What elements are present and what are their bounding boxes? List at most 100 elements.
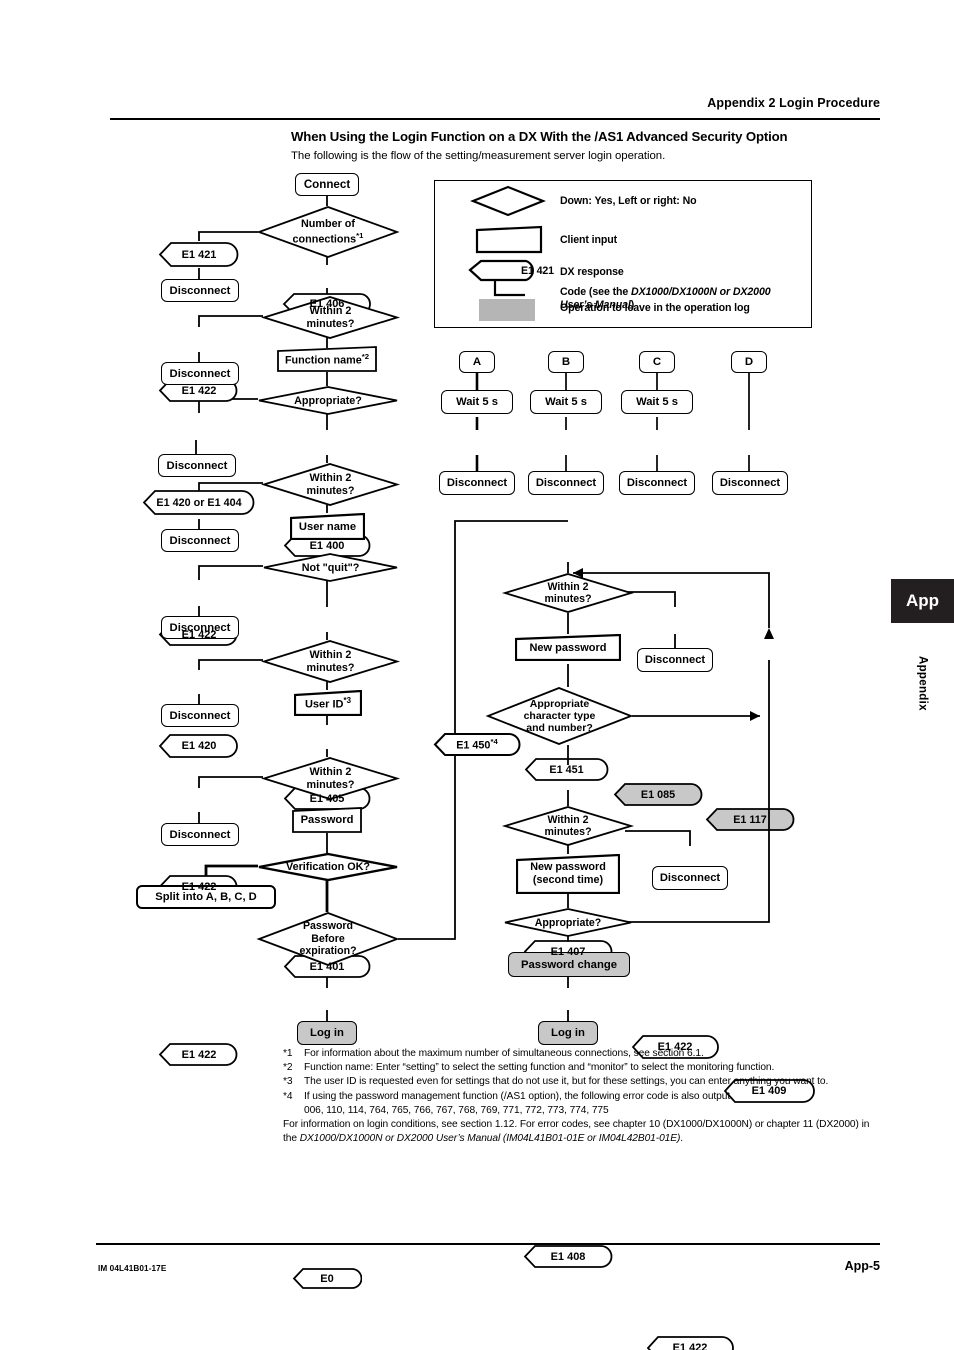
input-password-label: Password — [300, 814, 354, 826]
legend-shade-swatch — [479, 299, 535, 321]
node-login-right: Log in — [538, 1021, 598, 1045]
response-e1-422-c-label: E1 422 — [181, 880, 217, 893]
decision-pwd-appropriate: Appropriate? — [504, 908, 632, 937]
response-e1-407-label: E1 407 — [550, 945, 586, 958]
response-e1-420-or-e1-404: E1 420 or E1 404 — [142, 489, 256, 516]
footer-doc-number: IM 04L41B01-17E — [98, 1264, 167, 1273]
branch-c-disconnect: Disconnect — [619, 471, 695, 495]
node-login-left: Log in — [297, 1021, 357, 1045]
response-e1-420-label: E1 420 — [181, 740, 217, 752]
branch-b-code: E1 451 — [524, 757, 609, 782]
response-e0-left-label: E0 — [320, 1272, 334, 1285]
footnote-tail-italic1: DX1000/DX1000N or DX2000 User’s Manual — [299, 1133, 501, 1145]
response-e1-421: E1 421 — [158, 241, 240, 268]
response-e0-left: E0 — [292, 1267, 362, 1290]
branch-c-code: E1 085 — [613, 782, 703, 807]
decision-appropriate-1: Appropriate? — [258, 386, 398, 415]
response-e1-405-label: E1 405 — [309, 792, 345, 805]
response-e1-400-label: E1 400 — [309, 539, 345, 552]
branch-b-disconnect: Disconnect — [528, 471, 604, 495]
node-connect: Connect — [295, 173, 359, 196]
input-user-name: User name — [290, 513, 365, 540]
footnote-1: *1 For information about the maximum num… — [283, 1047, 883, 1061]
footnote-2-mark: *2 — [283, 1062, 293, 1074]
branch-label-b: B — [548, 351, 584, 373]
response-e1-408: E1 408 — [523, 1244, 613, 1269]
footnote-2-text: Function name: Enter “setting” to select… — [304, 1062, 775, 1074]
response-e1-422-d-label: E1 422 — [181, 1048, 217, 1061]
response-e1-420: E1 420 — [158, 733, 240, 759]
response-e1-421-label: E1 421 — [181, 248, 217, 261]
decision-pwd-within-2-minutes-1: Within 2 minutes? — [501, 573, 635, 613]
branch-d-disconnect: Disconnect — [712, 471, 788, 495]
response-e1-420-or-e1-404-label: E1 420 or E1 404 — [156, 496, 242, 509]
side-tab-app: App — [891, 579, 954, 623]
branch-label-d: D — [731, 351, 767, 373]
footer-page-number: App-5 — [844, 1259, 880, 1273]
footnote-1-text: For information about the maximum number… — [304, 1048, 704, 1059]
input-user-name-label: User name — [298, 520, 357, 533]
branch-label-a: A — [459, 351, 495, 373]
footnote-4-codes: 006, 110, 114, 764, 765, 766, 767, 768, … — [304, 1104, 609, 1116]
response-e1-409-label: E1 409 — [751, 1085, 787, 1097]
branch-d-code-label: E1 117 — [733, 813, 767, 826]
response-e1-401-label: E1 401 — [309, 960, 345, 973]
branch-c-code-label: E1 085 — [640, 788, 676, 801]
footnote-tail: For information on login conditions, see… — [283, 1118, 883, 1146]
running-head: Appendix 2 Login Procedure — [707, 96, 880, 110]
response-e1-408-label: E1 408 — [550, 1250, 586, 1263]
node-disconnect-1: Disconnect — [161, 279, 239, 302]
response-pwd-e1-422-a-label: E1 422 — [657, 1041, 693, 1053]
section-subtitle: The following is the flow of the setting… — [291, 150, 666, 162]
branch-b-code-label: E1 451 — [549, 763, 584, 776]
footnote-tail-post: . — [680, 1133, 684, 1145]
header-rule — [110, 118, 880, 120]
response-e1-422-b-label: E1 422 — [181, 628, 217, 641]
decision-password-before-expiration: Password Before expiration? — [256, 912, 400, 966]
node-pwd-disconnect-1: Disconnect — [637, 648, 713, 672]
node-disconnect-6: Disconnect — [161, 704, 239, 727]
side-tab-appendix-label: Appendix — [916, 655, 929, 711]
legend-code-note-pre: Code (see the — [560, 286, 632, 298]
input-password: Password — [292, 807, 362, 833]
legend-box: E1 421 Down: Yes, Left or right: No Clie… — [434, 180, 812, 328]
node-disconnect-4: Disconnect — [161, 529, 239, 552]
decision-within-2-minutes-2: Within 2 minutes? — [260, 463, 401, 506]
response-pwd-e1-422-b-label: E1 422 — [672, 1342, 708, 1350]
footnote-4-mark: *4 — [283, 1090, 293, 1102]
decision-pwd-within-2-minutes-2: Within 2 minutes? — [501, 806, 635, 846]
legend-diamond-label: Down: Yes, Left or right: No — [560, 195, 697, 207]
input-new-password-label: New password — [529, 641, 607, 654]
section-title: When Using the Login Function on a DX Wi… — [291, 129, 788, 144]
branch-a-disconnect: Disconnect — [439, 471, 515, 495]
footnote-2: *2 Function name: Enter “setting” to sel… — [283, 1061, 883, 1075]
footer-rule — [96, 1243, 880, 1245]
branch-b-wait: Wait 5 s — [530, 390, 602, 414]
input-new-password-second: New password (second time) — [516, 854, 620, 894]
document-page: Appendix 2 Login Procedure When Using th… — [0, 0, 954, 1350]
response-e1-422-a-label: E1 422 — [181, 384, 217, 397]
branch-label-c: C — [639, 351, 675, 373]
legend-dx-code: E1 421 — [521, 265, 554, 277]
decision-within-2-minutes-3: Within 2 minutes? — [260, 640, 401, 683]
branch-d-code: E1 117 — [705, 807, 795, 832]
node-disconnect-2: Disconnect — [161, 362, 239, 385]
footnote-3-mark: *3 — [283, 1076, 293, 1088]
decision-not-quit: Not "quit"? — [263, 553, 398, 582]
node-pwd-disconnect-2: Disconnect — [652, 866, 728, 890]
input-user-id: User ID*3 — [294, 690, 362, 716]
response-pwd-e1-422-b: E1 422 — [646, 1335, 734, 1350]
footnote-tail-italic2: (IM04L41B01-01E or IM04L42B01-01E) — [502, 1133, 681, 1145]
legend-shaded-label: Operation to leave in the operation log — [560, 302, 750, 314]
node-disconnect-7: Disconnect — [161, 823, 239, 846]
decision-number-of-connections: Number of connections*1 — [256, 206, 400, 258]
branch-a-wait: Wait 5 s — [441, 390, 513, 414]
footnote-1-mark: *1 — [283, 1048, 293, 1059]
response-e1-422-d: E1 422 — [158, 1042, 240, 1067]
branch-c-wait: Wait 5 s — [621, 390, 693, 414]
legend-client-input-label: Client input — [560, 234, 618, 246]
input-function-name: Function name*2 — [277, 346, 377, 372]
node-disconnect-3: Disconnect — [158, 454, 236, 477]
side-tab-appendix: Appendix — [891, 628, 954, 738]
legend-dx-response-label: DX response — [560, 266, 624, 278]
